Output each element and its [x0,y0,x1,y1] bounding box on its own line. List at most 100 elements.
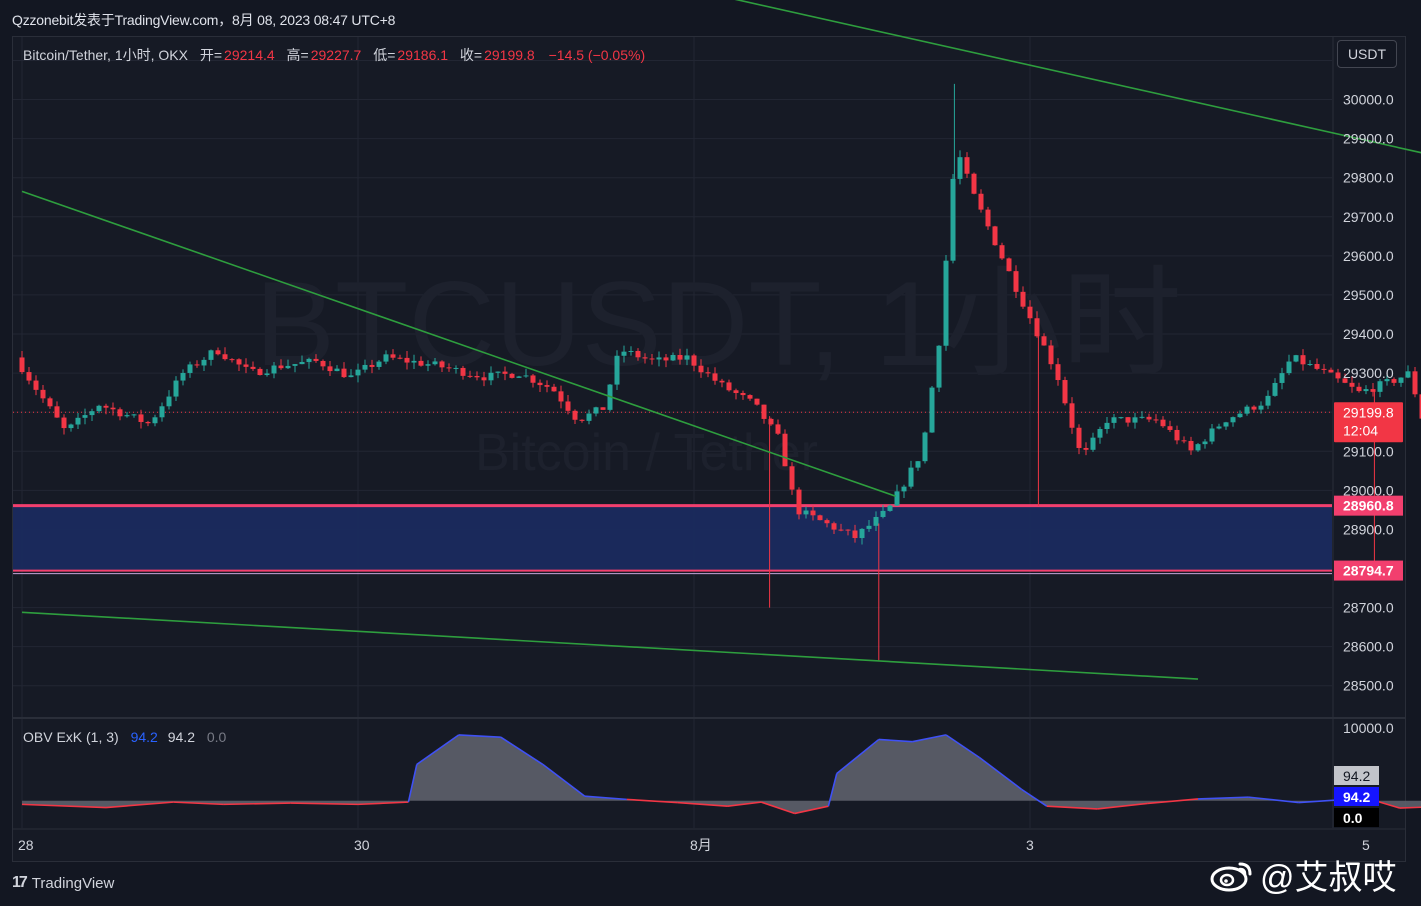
candle-body [985,209,991,227]
candle-body [684,355,690,360]
candle-body [649,358,655,360]
trendline [21,611,1199,680]
candle-body [838,529,844,531]
candle-body [376,361,382,367]
candle-body [936,345,942,388]
candle-body [208,350,214,360]
candle-body [460,367,466,376]
candle-body [537,382,543,386]
price-tick-label: 29700.0 [1343,209,1394,225]
candle-body [250,366,256,369]
candle-body [1181,440,1187,442]
candle-body [159,406,165,418]
candle-body [432,361,438,365]
candle-body [901,486,907,492]
candle-body [565,401,571,411]
candle-body [446,367,452,369]
candle-body [117,409,123,417]
price-tick-label: 29900.0 [1343,131,1394,147]
candle-body [33,380,39,390]
tradingview-footer[interactable]: 17 TradingView [12,874,114,892]
candle-body [530,375,536,383]
candle-body [481,377,487,381]
candle-body [1258,405,1264,410]
candle-body [775,424,781,434]
price-tick-label: 29600.0 [1343,248,1394,264]
candle-body [187,364,193,373]
candle-body [551,386,557,392]
price-tick-label: 29400.0 [1343,326,1394,342]
candle-body [110,407,116,410]
candle-body [327,366,333,372]
price-tick-label: 29800.0 [1343,170,1394,186]
candle-body [1272,382,1278,396]
candle-body [1160,419,1166,427]
candle-body [1209,428,1215,442]
candle-body [635,350,641,358]
candle-body [859,528,865,539]
candle-body [992,226,998,246]
candle-body [1202,441,1208,445]
candle-body [1139,416,1145,418]
countdown-label: 12:04 [1343,422,1378,438]
candle-body [1398,377,1404,383]
candle-body [1237,413,1243,418]
indicator-legend[interactable]: OBV ExK (1, 3) 94.2 94.2 0.0 [23,729,226,745]
candle-body [614,355,620,385]
candle-body [600,407,606,410]
candle-body [1251,406,1257,410]
candle-body [894,491,900,506]
candle-body [761,404,767,419]
candle-body [873,516,879,526]
watermark-symbol: BTCUSDT, 1小时 [255,257,1182,391]
candle-body [47,398,53,407]
candle-body [1062,380,1068,404]
candle-body [1356,386,1362,392]
price-tick-label: 30000.0 [1343,92,1394,108]
candle-body [404,357,410,363]
candle-body [96,405,102,412]
candle-body [978,193,984,210]
candle-body [719,380,725,383]
obv-value-label-3: 0.0 [1343,810,1363,826]
candle-body [355,369,361,376]
candle-body [411,360,417,363]
candle-body [75,417,81,425]
candle-body [1083,447,1089,450]
candle-body [1286,361,1292,374]
candle-body [1405,371,1411,378]
candle-body [306,358,312,362]
legend-high-label: 高= [286,47,309,63]
candle-body [712,373,718,381]
candle-body [572,410,578,420]
candle-body [1223,422,1229,427]
candle-body [236,359,242,365]
candle-body [747,395,753,399]
candle-body [362,364,368,370]
candle-body [628,350,634,352]
price-tick-label: 28500.0 [1343,678,1394,694]
candle-body [180,372,186,381]
tradingview-brand: TradingView [31,874,115,892]
candle-body [544,385,550,387]
candle-body [1055,364,1061,381]
candle-body [1090,437,1096,450]
candle-body [887,505,893,511]
indicator-value-1: 94.2 [130,729,158,745]
candle-body [61,417,67,429]
legend-low: 29186.1 [397,47,449,63]
candle-body [929,387,935,433]
candle-body [68,424,74,429]
currency-button[interactable]: USDT [1337,40,1397,68]
candle-body [516,376,522,378]
indicator-value-3: 0.0 [206,729,227,745]
candle-body [1195,444,1201,451]
candle-body [726,382,732,391]
candle-body [1328,369,1334,373]
price-chart[interactable]: BTCUSDT, 1小时 Bitcoin / Tether 28500.0 28600… [0,0,1421,906]
candle-body [103,405,109,408]
legend-low-label: 低= [373,47,396,63]
candle-body [341,368,347,378]
candle-body [1048,345,1054,365]
candle-body [334,368,340,372]
